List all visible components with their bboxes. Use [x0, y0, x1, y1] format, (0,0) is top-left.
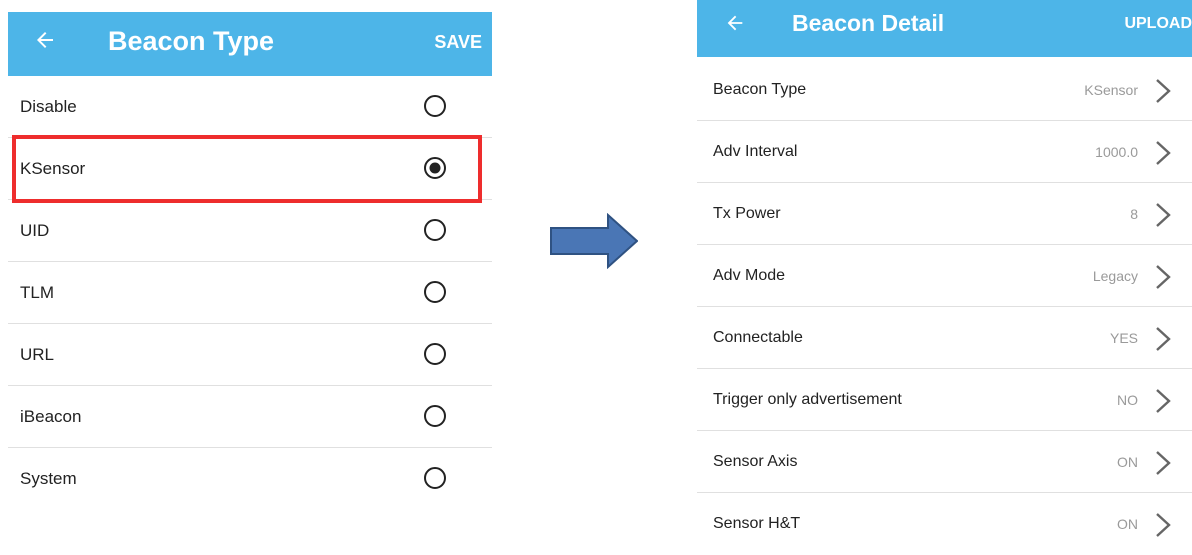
- chevron-right-icon: [1156, 203, 1171, 227]
- option-uid[interactable]: UID: [8, 200, 492, 262]
- setting-label: Trigger only advertisement: [713, 391, 902, 408]
- radio-unselected-icon[interactable]: [423, 218, 447, 242]
- option-label: UID: [20, 221, 50, 240]
- setting-row-connectable[interactable]: Connectable YES: [697, 307, 1192, 369]
- chevron-right-icon: [1156, 389, 1171, 413]
- setting-label: Adv Interval: [713, 143, 798, 160]
- back-arrow-icon[interactable]: [33, 28, 57, 52]
- setting-row-adv-interval[interactable]: Adv Interval 1000.0: [697, 121, 1192, 183]
- setting-row-sensor-axis[interactable]: Sensor Axis ON: [697, 431, 1192, 493]
- chevron-right-icon: [1156, 451, 1171, 475]
- option-system[interactable]: System: [8, 448, 492, 510]
- radio-unselected-icon[interactable]: [423, 342, 447, 366]
- radio-unselected-icon[interactable]: [423, 404, 447, 428]
- radio-unselected-icon[interactable]: [423, 280, 447, 304]
- option-label: iBeacon: [20, 407, 82, 426]
- beacon-detail-app-bar: Beacon Detail UPLOAD: [697, 0, 1192, 57]
- option-tlm[interactable]: TLM: [8, 262, 492, 324]
- setting-row-tx-power[interactable]: Tx Power 8: [697, 183, 1192, 245]
- setting-row-beacon-type[interactable]: Beacon Type KSensor: [697, 59, 1192, 121]
- save-button[interactable]: SAVE: [434, 32, 482, 53]
- setting-row-adv-mode[interactable]: Adv Mode Legacy: [697, 245, 1192, 307]
- option-label: TLM: [20, 283, 54, 302]
- setting-value: YES: [1109, 330, 1138, 346]
- beacon-type-app-bar: Beacon Type SAVE: [8, 12, 492, 76]
- chevron-right-icon: [1156, 141, 1171, 165]
- setting-value: 1000.0: [1095, 144, 1138, 160]
- setting-label: Beacon Type: [713, 81, 807, 98]
- option-ksensor[interactable]: KSensor: [8, 138, 492, 200]
- back-arrow-icon[interactable]: [724, 12, 746, 34]
- setting-value: NO: [1117, 392, 1138, 408]
- radio-selected-icon[interactable]: [423, 156, 447, 180]
- upload-button[interactable]: UPLOAD: [1124, 15, 1192, 33]
- option-label: Disable: [20, 97, 77, 116]
- setting-label: Tx Power: [713, 205, 781, 222]
- setting-label: Sensor Axis: [713, 453, 798, 470]
- beacon-detail-screen: Beacon Detail UPLOAD Beacon Type KSensor…: [697, 0, 1192, 546]
- flow-arrow-icon: [550, 213, 638, 269]
- radio-unselected-icon[interactable]: [423, 466, 447, 490]
- setting-value: 8: [1130, 206, 1138, 222]
- radio-unselected-icon[interactable]: [423, 94, 447, 118]
- option-label: URL: [20, 345, 55, 364]
- setting-label: Adv Mode: [713, 267, 786, 284]
- page-title: Beacon Type: [108, 26, 275, 56]
- page-title: Beacon Detail: [792, 10, 945, 36]
- option-disable[interactable]: Disable: [8, 76, 492, 138]
- setting-label: Connectable: [713, 329, 803, 346]
- beacon-type-screen: Beacon Type SAVE Disable KSensor UID TLM: [8, 12, 492, 544]
- option-label: System: [20, 469, 77, 488]
- setting-value: ON: [1117, 454, 1138, 470]
- setting-row-trigger-only-advertisement[interactable]: Trigger only advertisement NO: [697, 369, 1192, 431]
- setting-value: KSensor: [1084, 82, 1138, 98]
- chevron-right-icon: [1156, 265, 1171, 289]
- chevron-right-icon: [1156, 327, 1171, 351]
- option-ibeacon[interactable]: iBeacon: [8, 386, 492, 448]
- setting-value: ON: [1117, 516, 1138, 532]
- setting-value: Legacy: [1092, 268, 1138, 284]
- option-url[interactable]: URL: [8, 324, 492, 386]
- option-label: KSensor: [20, 159, 86, 178]
- chevron-right-icon: [1156, 79, 1171, 103]
- chevron-right-icon: [1156, 513, 1171, 537]
- setting-label: Sensor H&T: [713, 515, 801, 532]
